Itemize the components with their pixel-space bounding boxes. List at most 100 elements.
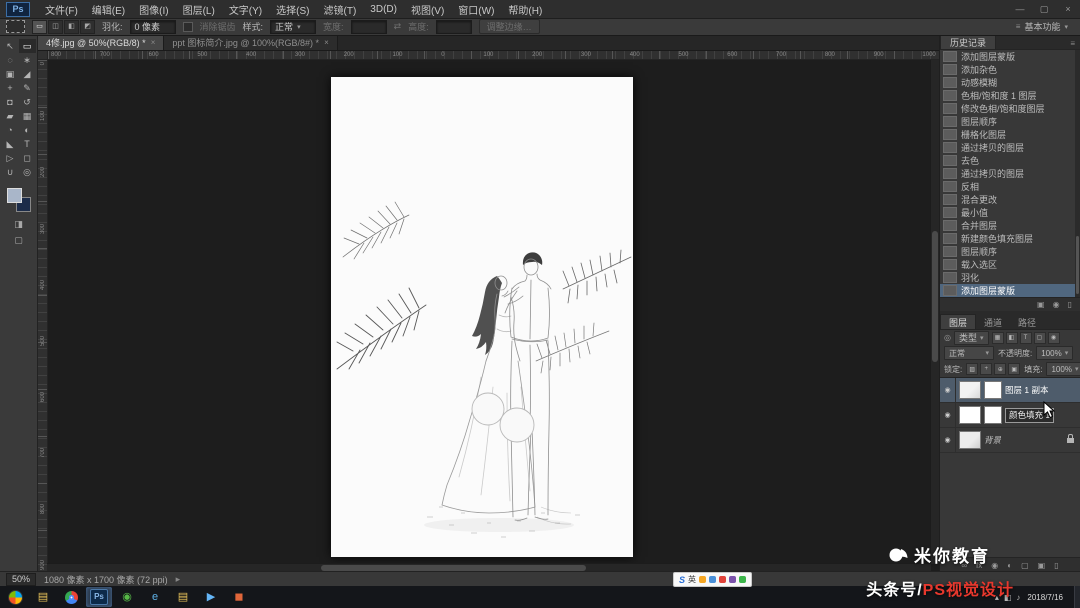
rectangular-marquee-tool[interactable]: ▭: [19, 39, 36, 53]
taskbar-clock[interactable]: 2018/7/16: [1027, 593, 1067, 602]
input-method-bar[interactable]: S 英: [673, 572, 752, 587]
history-state-item[interactable]: 去色: [940, 154, 1080, 167]
move-tool[interactable]: ↖: [2, 39, 19, 53]
quick-mask-mode-icon[interactable]: ◨: [14, 219, 23, 230]
history-state-item[interactable]: 羽化: [940, 271, 1080, 284]
history-state-item[interactable]: 栅格化图层: [940, 128, 1080, 141]
gradient-tool[interactable]: ▦: [19, 109, 36, 123]
filter-type-layers-icon[interactable]: T: [1020, 332, 1032, 344]
history-state-item[interactable]: 反相: [940, 180, 1080, 193]
history-state-item[interactable]: 添加杂色: [940, 63, 1080, 76]
history-scrollbar[interactable]: [1075, 50, 1080, 297]
refine-edge-button[interactable]: 调整边缘…: [479, 19, 540, 34]
menu-3d[interactable]: 3D(D): [363, 0, 404, 18]
visibility-toggle[interactable]: ◉: [940, 378, 956, 402]
menu-edit[interactable]: 编辑(E): [85, 0, 132, 18]
ime-tool-icon[interactable]: [739, 576, 746, 583]
file-explorer-icon[interactable]: ▤: [30, 587, 56, 607]
lock-image-pixels-icon[interactable]: +: [980, 363, 992, 375]
orange-app-icon[interactable]: ◼: [226, 587, 252, 607]
new-group-icon[interactable]: ▢: [1021, 561, 1029, 570]
menu-select[interactable]: 选择(S): [269, 0, 316, 18]
new-layer-icon[interactable]: ▣: [1038, 561, 1046, 570]
new-snapshot-icon[interactable]: ◉: [1053, 300, 1060, 309]
add-layer-mask-icon[interactable]: ◉: [991, 561, 998, 570]
lock-all-icon[interactable]: ▣: [1008, 363, 1020, 375]
menu-filter[interactable]: 滤镜(T): [317, 0, 364, 18]
type-tool[interactable]: T: [19, 137, 36, 151]
height-input[interactable]: [436, 20, 472, 34]
filter-pixel-layers-icon[interactable]: ▦: [992, 332, 1004, 344]
status-arrow-icon[interactable]: ▸: [176, 574, 181, 585]
close-tab-icon[interactable]: ×: [324, 38, 329, 47]
menu-type[interactable]: 文字(Y): [222, 0, 269, 18]
width-input[interactable]: [351, 20, 387, 34]
filter-type-select[interactable]: 类型 ▾: [954, 331, 989, 345]
scrollbar-thumb[interactable]: [932, 231, 938, 362]
history-state-item[interactable]: 合并图层: [940, 219, 1080, 232]
workspace-switcher[interactable]: ≡ 基本功能 ▾: [1016, 20, 1074, 33]
media-app-icon[interactable]: ▶: [198, 587, 224, 607]
minimize-button[interactable]: —: [1008, 0, 1032, 18]
swap-dimensions-icon[interactable]: ⇄: [394, 21, 402, 32]
spot-healing-brush-tool[interactable]: +: [2, 81, 19, 95]
zoom-level[interactable]: 50%: [6, 573, 36, 586]
photoshop-icon[interactable]: Ps: [86, 587, 112, 607]
ime-tool-icon[interactable]: [699, 576, 706, 583]
tool-preset-icon[interactable]: [6, 20, 25, 33]
canvas-area[interactable]: 0100200300400500600700800900: [38, 60, 939, 572]
history-state-item[interactable]: 添加图层蒙版: [940, 284, 1080, 297]
style-select[interactable]: 正常 ▾: [270, 20, 316, 34]
subtract-from-selection-icon[interactable]: ◧: [64, 20, 79, 34]
blend-mode-select[interactable]: 正常 ▾: [944, 346, 994, 360]
history-state-item[interactable]: 载入选区: [940, 258, 1080, 271]
layer-row-color-fill[interactable]: ◉ 颜色填充 1: [940, 403, 1080, 428]
vertical-scrollbar[interactable]: [930, 60, 939, 564]
history-brush-tool[interactable]: ↺: [19, 95, 36, 109]
menu-view[interactable]: 视图(V): [404, 0, 451, 18]
path-selection-tool[interactable]: ▷: [2, 151, 19, 165]
lock-position-icon[interactable]: ⊕: [994, 363, 1006, 375]
ime-tool-icon[interactable]: [729, 576, 736, 583]
zoom-tool[interactable]: ◎: [19, 165, 36, 179]
layer-thumbnail[interactable]: [959, 381, 981, 399]
browser-chrome-icon[interactable]: [58, 587, 84, 607]
document-canvas[interactable]: [331, 77, 633, 557]
shape-tool[interactable]: ◻: [19, 151, 36, 165]
lock-transparent-pixels-icon[interactable]: ▨: [966, 363, 978, 375]
tab-layers[interactable]: 图层: [940, 314, 976, 329]
menu-window[interactable]: 窗口(W): [451, 0, 501, 18]
feather-input[interactable]: 0 像素: [130, 20, 176, 34]
fill-layer-thumbnail[interactable]: [959, 406, 981, 424]
close-button[interactable]: ×: [1056, 0, 1080, 18]
ime-tool-icon[interactable]: [709, 576, 716, 583]
layer-row-layer1-copy[interactable]: ◉ 图层 1 副本: [940, 378, 1080, 403]
menu-file[interactable]: 文件(F): [38, 0, 85, 18]
dodge-tool[interactable]: ◐: [19, 123, 36, 137]
menu-help[interactable]: 帮助(H): [501, 0, 549, 18]
layer-row-background[interactable]: ◉ 背景: [940, 428, 1080, 453]
ime-logo-icon[interactable]: S: [679, 575, 685, 585]
pen-tool[interactable]: ◣: [2, 137, 19, 151]
crop-tool[interactable]: ▣: [2, 67, 19, 81]
document-tab[interactable]: 4修.jpg @ 50%(RGB/8) * ×: [38, 35, 164, 50]
adjustment-layer-icon[interactable]: ◐: [1007, 561, 1012, 570]
visibility-toggle[interactable]: ◉: [940, 403, 956, 427]
tab-history[interactable]: 历史记录: [940, 34, 996, 49]
tab-paths[interactable]: 路径: [1010, 315, 1044, 329]
fill-select[interactable]: 100% ▾: [1046, 362, 1080, 376]
new-selection-icon[interactable]: ▭: [32, 20, 47, 34]
blur-tool[interactable]: ◔: [2, 123, 19, 137]
visibility-toggle[interactable]: ◉: [940, 428, 956, 452]
history-state-item[interactable]: 通过拷贝的图层: [940, 167, 1080, 180]
green-app-icon[interactable]: ◉: [114, 587, 140, 607]
layer-mask-thumbnail[interactable]: [984, 381, 1002, 399]
menu-image[interactable]: 图像(I): [132, 0, 175, 18]
foreground-color-swatch[interactable]: [7, 188, 22, 203]
add-to-selection-icon[interactable]: ◫: [48, 20, 63, 34]
brush-tool[interactable]: ✎: [19, 81, 36, 95]
history-state-item[interactable]: 图层顺序: [940, 115, 1080, 128]
close-tab-icon[interactable]: ×: [151, 38, 156, 47]
opacity-select[interactable]: 100% ▾: [1036, 346, 1073, 360]
scrollbar-thumb[interactable]: [1076, 236, 1079, 294]
